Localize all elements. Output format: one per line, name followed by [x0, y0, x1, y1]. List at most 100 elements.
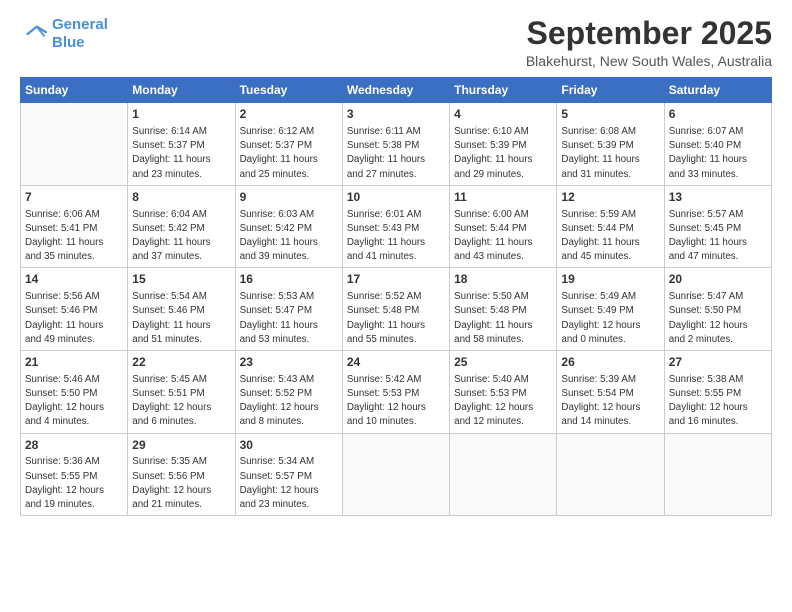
- day-number: 13: [669, 189, 767, 206]
- calendar-cell: [557, 433, 664, 516]
- day-number: 25: [454, 354, 552, 371]
- month-title: September 2025: [526, 16, 772, 51]
- calendar-cell: 13 Sunrise: 5:57 AM Sunset: 5:45 PM Dayli…: [664, 185, 771, 268]
- cell-info: Sunrise: 5:56 AM Sunset: 5:46 PM Dayligh…: [25, 290, 123, 347]
- cell-info: Sunrise: 6:10 AM Sunset: 5:39 PM Dayligh…: [454, 125, 552, 182]
- cell-info: Sunrise: 6:07 AM Sunset: 5:40 PM Dayligh…: [669, 125, 767, 182]
- calendar-cell: 2 Sunrise: 6:12 AM Sunset: 5:37 PM Daylig…: [235, 103, 342, 186]
- calendar-cell: 25 Sunrise: 5:40 AM Sunset: 5:53 PM Dayli…: [450, 351, 557, 434]
- cell-info: Sunrise: 5:43 AM Sunset: 5:52 PM Dayligh…: [240, 373, 338, 430]
- calendar-cell: 1 Sunrise: 6:14 AM Sunset: 5:37 PM Daylig…: [128, 103, 235, 186]
- cell-info: Sunrise: 5:38 AM Sunset: 5:55 PM Dayligh…: [669, 373, 767, 430]
- day-number: 12: [561, 189, 659, 206]
- calendar-cell: 7 Sunrise: 6:06 AM Sunset: 5:41 PM Daylig…: [21, 185, 128, 268]
- calendar-cell: 19Sunrise: 5:49 AM Sunset: 5:49 PM Dayli…: [557, 268, 664, 351]
- cell-info: Sunrise: 5:59 AM Sunset: 5:44 PM Dayligh…: [561, 208, 659, 265]
- day-number: 16: [240, 271, 338, 288]
- day-number: 6: [669, 106, 767, 123]
- day-number: 15: [132, 271, 230, 288]
- day-number: 29: [132, 437, 230, 454]
- logo-icon: [20, 23, 48, 45]
- day-header-tuesday: Tuesday: [235, 78, 342, 103]
- calendar-cell: 12 Sunrise: 5:59 AM Sunset: 5:44 PM Dayli…: [557, 185, 664, 268]
- calendar-cell: 26 Sunrise: 5:39 AM Sunset: 5:54 PM Dayli…: [557, 351, 664, 434]
- logo: General Blue: [20, 16, 108, 52]
- calendar-cell: [664, 433, 771, 516]
- day-number: 22: [132, 354, 230, 371]
- calendar-cell: 27 Sunrise: 5:38 AM Sunset: 5:55 PM Dayli…: [664, 351, 771, 434]
- calendar-cell: 18Sunrise: 5:50 AM Sunset: 5:48 PM Dayli…: [450, 268, 557, 351]
- cell-info: Sunrise: 5:40 AM Sunset: 5:53 PM Dayligh…: [454, 373, 552, 430]
- day-header-sunday: Sunday: [21, 78, 128, 103]
- cell-info: Sunrise: 6:11 AM Sunset: 5:38 PM Dayligh…: [347, 125, 445, 182]
- logo-text: General Blue: [52, 16, 108, 52]
- calendar-cell: 30Sunrise: 5:34 AM Sunset: 5:57 PM Dayli…: [235, 433, 342, 516]
- page: General Blue September 2025 Blakehurst, …: [0, 0, 792, 526]
- calendar-cell: 17 Sunrise: 5:52 AM Sunset: 5:48 PM Dayli…: [342, 268, 449, 351]
- calendar-cell: 24 Sunrise: 5:42 AM Sunset: 5:53 PM Dayli…: [342, 351, 449, 434]
- calendar-cell: 21Sunrise: 5:46 AM Sunset: 5:50 PM Dayli…: [21, 351, 128, 434]
- cell-info: Sunrise: 5:42 AM Sunset: 5:53 PM Dayligh…: [347, 373, 445, 430]
- cell-info: Sunrise: 6:12 AM Sunset: 5:37 PM Dayligh…: [240, 125, 338, 182]
- calendar-cell: 11 Sunrise: 6:00 AM Sunset: 5:44 PM Dayli…: [450, 185, 557, 268]
- calendar-cell: [21, 103, 128, 186]
- calendar-cell: 15Sunrise: 5:54 AM Sunset: 5:46 PM Dayli…: [128, 268, 235, 351]
- location: Blakehurst, New South Wales, Australia: [526, 53, 772, 69]
- day-number: 1: [132, 106, 230, 123]
- day-number: 19: [561, 271, 659, 288]
- day-number: 11: [454, 189, 552, 206]
- calendar-cell: 28Sunrise: 5:36 AM Sunset: 5:55 PM Dayli…: [21, 433, 128, 516]
- cell-info: Sunrise: 6:06 AM Sunset: 5:41 PM Dayligh…: [25, 208, 123, 265]
- calendar-cell: 4 Sunrise: 6:10 AM Sunset: 5:39 PM Daylig…: [450, 103, 557, 186]
- cell-info: Sunrise: 5:47 AM Sunset: 5:50 PM Dayligh…: [669, 290, 767, 347]
- cell-info: Sunrise: 5:36 AM Sunset: 5:55 PM Dayligh…: [25, 455, 123, 512]
- cell-info: Sunrise: 6:04 AM Sunset: 5:42 PM Dayligh…: [132, 208, 230, 265]
- calendar-cell: 16 Sunrise: 5:53 AM Sunset: 5:47 PM Dayli…: [235, 268, 342, 351]
- calendar-cell: 23Sunrise: 5:43 AM Sunset: 5:52 PM Dayli…: [235, 351, 342, 434]
- calendar-cell: 20Sunrise: 5:47 AM Sunset: 5:50 PM Dayli…: [664, 268, 771, 351]
- day-number: 7: [25, 189, 123, 206]
- day-number: 2: [240, 106, 338, 123]
- day-number: 4: [454, 106, 552, 123]
- calendar-cell: [450, 433, 557, 516]
- cell-info: Sunrise: 6:01 AM Sunset: 5:43 PM Dayligh…: [347, 208, 445, 265]
- calendar-table: SundayMondayTuesdayWednesdayThursdayFrid…: [20, 77, 772, 516]
- week-row-1: 7 Sunrise: 6:06 AM Sunset: 5:41 PM Daylig…: [21, 185, 772, 268]
- day-number: 26: [561, 354, 659, 371]
- cell-info: Sunrise: 6:03 AM Sunset: 5:42 PM Dayligh…: [240, 208, 338, 265]
- cell-info: Sunrise: 6:00 AM Sunset: 5:44 PM Dayligh…: [454, 208, 552, 265]
- cell-info: Sunrise: 5:52 AM Sunset: 5:48 PM Dayligh…: [347, 290, 445, 347]
- day-number: 10: [347, 189, 445, 206]
- day-number: 24: [347, 354, 445, 371]
- week-row-4: 28Sunrise: 5:36 AM Sunset: 5:55 PM Dayli…: [21, 433, 772, 516]
- calendar-cell: 29Sunrise: 5:35 AM Sunset: 5:56 PM Dayli…: [128, 433, 235, 516]
- header-row: SundayMondayTuesdayWednesdayThursdayFrid…: [21, 78, 772, 103]
- cell-info: Sunrise: 5:57 AM Sunset: 5:45 PM Dayligh…: [669, 208, 767, 265]
- day-number: 14: [25, 271, 123, 288]
- week-row-3: 21Sunrise: 5:46 AM Sunset: 5:50 PM Dayli…: [21, 351, 772, 434]
- day-number: 9: [240, 189, 338, 206]
- cell-info: Sunrise: 5:34 AM Sunset: 5:57 PM Dayligh…: [240, 455, 338, 512]
- calendar-cell: 3Sunrise: 6:11 AM Sunset: 5:38 PM Daylig…: [342, 103, 449, 186]
- day-header-saturday: Saturday: [664, 78, 771, 103]
- cell-info: Sunrise: 5:39 AM Sunset: 5:54 PM Dayligh…: [561, 373, 659, 430]
- calendar-cell: 22 Sunrise: 5:45 AM Sunset: 5:51 PM Dayli…: [128, 351, 235, 434]
- day-header-friday: Friday: [557, 78, 664, 103]
- day-number: 27: [669, 354, 767, 371]
- header: General Blue September 2025 Blakehurst, …: [20, 16, 772, 69]
- cell-info: Sunrise: 5:45 AM Sunset: 5:51 PM Dayligh…: [132, 373, 230, 430]
- day-number: 30: [240, 437, 338, 454]
- week-row-2: 14 Sunrise: 5:56 AM Sunset: 5:46 PM Dayli…: [21, 268, 772, 351]
- title-block: September 2025 Blakehurst, New South Wal…: [526, 16, 772, 69]
- day-number: 17: [347, 271, 445, 288]
- calendar-cell: [342, 433, 449, 516]
- week-row-0: 1 Sunrise: 6:14 AM Sunset: 5:37 PM Daylig…: [21, 103, 772, 186]
- calendar-cell: 10 Sunrise: 6:01 AM Sunset: 5:43 PM Dayli…: [342, 185, 449, 268]
- calendar-cell: 5Sunrise: 6:08 AM Sunset: 5:39 PM Daylig…: [557, 103, 664, 186]
- cell-info: Sunrise: 5:53 AM Sunset: 5:47 PM Dayligh…: [240, 290, 338, 347]
- cell-info: Sunrise: 5:35 AM Sunset: 5:56 PM Dayligh…: [132, 455, 230, 512]
- cell-info: Sunrise: 6:08 AM Sunset: 5:39 PM Dayligh…: [561, 125, 659, 182]
- calendar-cell: 14 Sunrise: 5:56 AM Sunset: 5:46 PM Dayli…: [21, 268, 128, 351]
- cell-info: Sunrise: 6:14 AM Sunset: 5:37 PM Dayligh…: [132, 125, 230, 182]
- cell-info: Sunrise: 5:46 AM Sunset: 5:50 PM Dayligh…: [25, 373, 123, 430]
